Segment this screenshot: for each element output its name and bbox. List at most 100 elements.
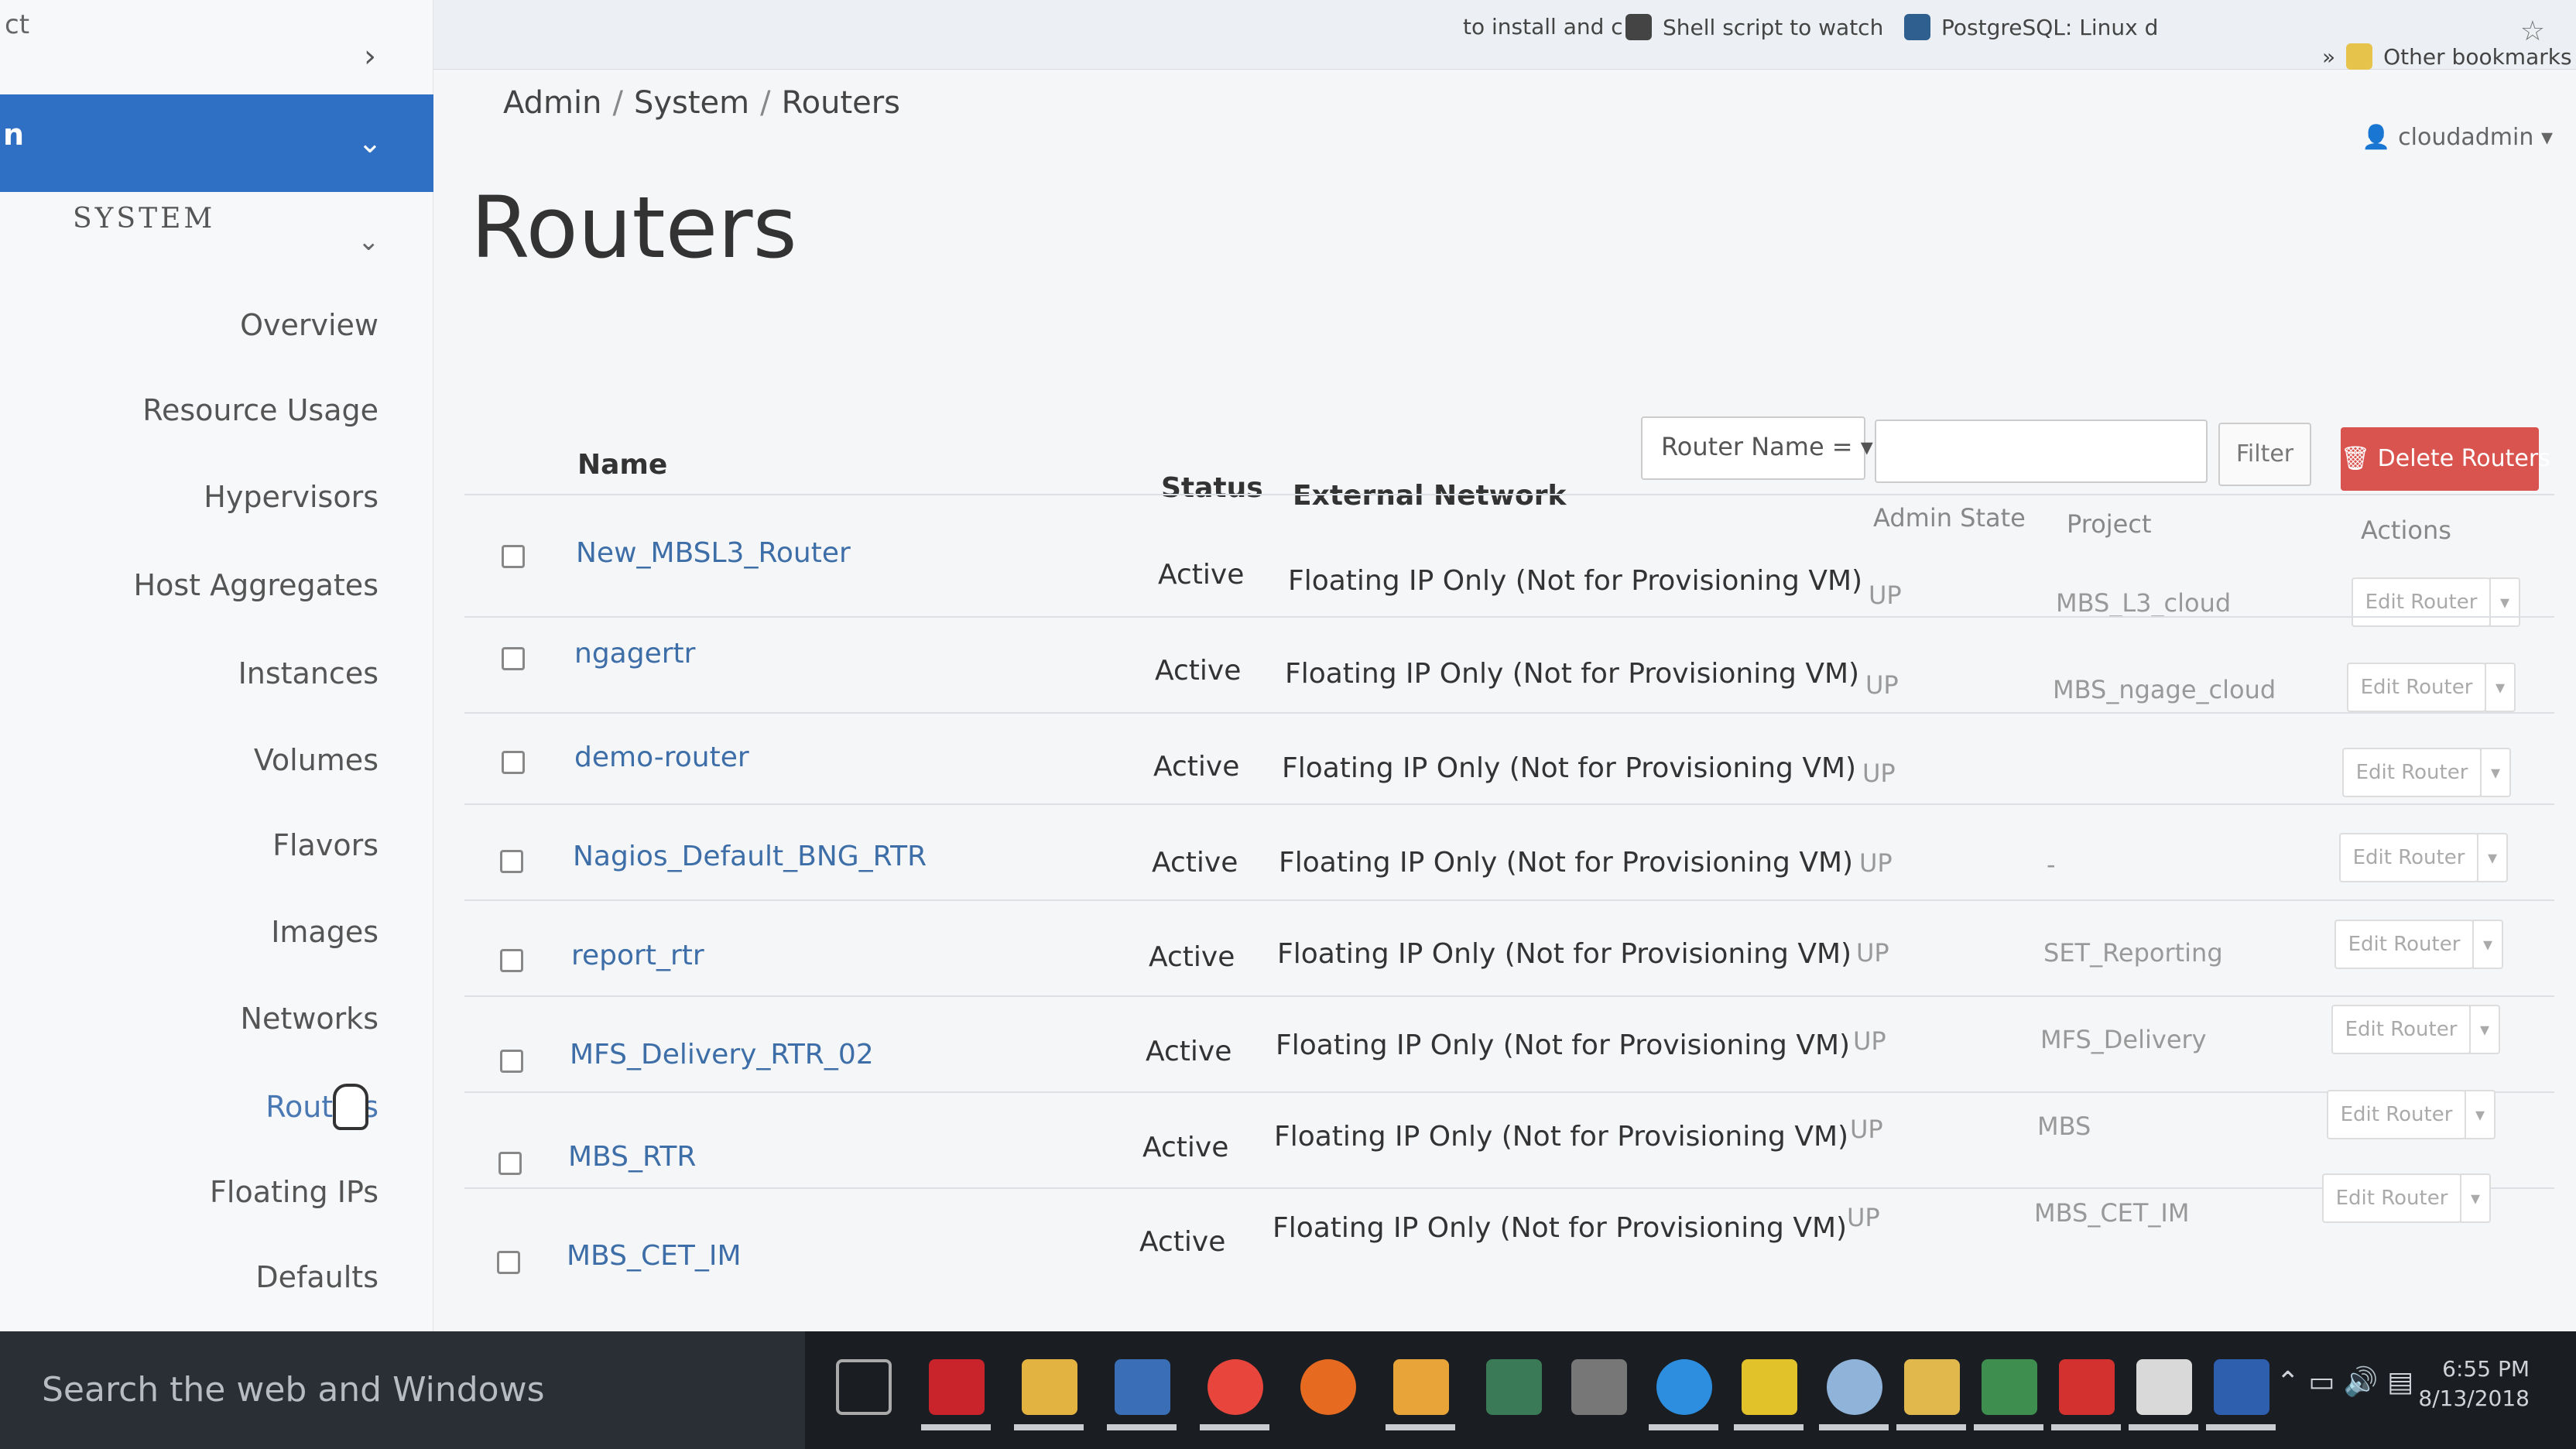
sidebar-item-defaults[interactable]: Defaults	[255, 1260, 379, 1294]
breadcrumb-system[interactable]: System	[634, 85, 749, 121]
visio-icon[interactable]	[929, 1359, 985, 1415]
caret-down-icon[interactable]: ▾	[2460, 1173, 2491, 1223]
router-admin-state: UP	[1869, 581, 1902, 610]
sidebar-item-resource-usage[interactable]: Resource Usage	[142, 393, 379, 427]
filter-field-select[interactable]: Router Name = ▾	[1641, 416, 1873, 480]
edit-router-button[interactable]: Edit Router	[2352, 577, 2491, 627]
row-checkbox[interactable]	[502, 545, 525, 568]
edit-router-button[interactable]: Edit Router	[2334, 920, 2474, 969]
column-header-external-network[interactable]: External Network	[1293, 480, 1566, 512]
sidebar-item-overview[interactable]: Overview	[240, 308, 379, 342]
folder-icon	[2346, 43, 2373, 70]
caret-down-icon[interactable]: ▾	[2480, 748, 2511, 797]
hand-cursor-icon	[333, 1084, 368, 1130]
notes-icon[interactable]	[2136, 1359, 2192, 1415]
admin-panel-header[interactable]: n ⌄	[0, 94, 433, 192]
breadcrumb-admin[interactable]: Admin	[503, 85, 601, 121]
router-name-link[interactable]: report_rtr	[571, 940, 704, 971]
acrobat-icon[interactable]	[2059, 1359, 2115, 1415]
row-checkbox[interactable]	[502, 751, 525, 774]
ie-icon[interactable]	[1656, 1359, 1712, 1415]
row-checkbox[interactable]	[500, 949, 523, 972]
caret-down-icon[interactable]: ▾	[2477, 833, 2508, 882]
edit-router-button[interactable]: Edit Router	[2327, 1090, 2466, 1139]
sidebar-item-volumes[interactable]: Volumes	[254, 743, 379, 777]
router-name-link[interactable]: demo-router	[574, 742, 749, 773]
bookmark-other[interactable]: » Other bookmarks	[2322, 43, 2572, 70]
remote-icon[interactable]	[1486, 1359, 1542, 1415]
caret-down-icon[interactable]: ▾	[2472, 920, 2503, 969]
task-view-icon[interactable]	[836, 1359, 892, 1415]
bookmark-star-icon[interactable]: ☆	[2520, 15, 2545, 47]
bookmark-shell-script[interactable]: Shell script to watch	[1625, 14, 1883, 40]
edit-router-button[interactable]: Edit Router	[2331, 1005, 2471, 1054]
bookmark-partial[interactable]: to install and c	[1463, 14, 1623, 39]
filter-input[interactable]	[1875, 420, 2208, 483]
system-tray-icons[interactable]: ⌃ ▭ 🔊 ▤	[2276, 1365, 2413, 1398]
sidebar-item-instances[interactable]: Instances	[238, 656, 379, 690]
caret-down-icon[interactable]: ▾	[2469, 1005, 2500, 1054]
router-name-link[interactable]: MBS_CET_IM	[567, 1240, 742, 1272]
edit-router-button[interactable]: Edit Router	[2347, 663, 2486, 712]
router-name-link[interactable]: Nagios_Default_BNG_RTR	[573, 841, 927, 872]
excel-icon[interactable]	[1982, 1359, 2037, 1415]
edit-router-button[interactable]: Edit Router	[2342, 748, 2482, 797]
sidebar-item-hypervisors[interactable]: Hypervisors	[204, 480, 379, 514]
row-checkbox[interactable]	[502, 647, 525, 670]
router-name-link[interactable]: ngagertr	[574, 638, 695, 670]
column-header-status[interactable]: Status	[1161, 472, 1263, 504]
column-header-admin-state[interactable]: Admin State	[1873, 503, 2026, 533]
breadcrumb-routers[interactable]: Routers	[782, 85, 900, 121]
table-divider	[464, 712, 2554, 714]
row-checkbox[interactable]	[498, 1152, 522, 1175]
row-checkbox[interactable]	[500, 1050, 523, 1073]
network-icon[interactable]	[1115, 1359, 1170, 1415]
row-checkbox[interactable]	[497, 1251, 520, 1274]
active-app-indicator	[1386, 1424, 1455, 1430]
active-app-indicator	[2051, 1424, 2121, 1430]
file-explorer-icon[interactable]	[1022, 1359, 1077, 1415]
tools-icon[interactable]	[1571, 1359, 1627, 1415]
system-clock[interactable]: 6:55 PM 8/13/2018	[2418, 1355, 2530, 1413]
table-divider	[464, 995, 2554, 997]
chevron-right-icon[interactable]: ›	[364, 39, 376, 74]
sidebar-item-images[interactable]: Images	[271, 915, 379, 949]
system-section-label[interactable]: SYSTEM	[73, 203, 215, 235]
game-icon[interactable]	[1742, 1359, 1797, 1415]
router-project: MFS_Delivery	[2040, 1025, 2207, 1054]
outlook-icon[interactable]	[1393, 1359, 1449, 1415]
app-icon[interactable]	[1827, 1359, 1882, 1415]
router-name-link[interactable]: MFS_Delivery_RTR_02	[570, 1039, 874, 1070]
router-external-network: Floating IP Only (Not for Provisioning V…	[1279, 847, 1854, 879]
firefox-icon[interactable]	[1300, 1359, 1356, 1415]
sidebar-item-floating-ips[interactable]: Floating IPs	[210, 1175, 379, 1209]
project-menu-label[interactable]: ct	[0, 0, 29, 40]
folder-icon[interactable]	[1904, 1359, 1960, 1415]
router-name-link[interactable]: MBS_RTR	[568, 1141, 696, 1173]
router-status: Active	[1152, 847, 1238, 879]
sidebar-item-flavors[interactable]: Flavors	[272, 828, 379, 862]
delete-routers-button[interactable]: 🗑 Delete Routers	[2341, 427, 2550, 491]
caret-down-icon[interactable]: ▾	[2489, 577, 2520, 627]
edit-router-button[interactable]: Edit Router	[2339, 833, 2478, 882]
column-header-project[interactable]: Project	[2067, 509, 2151, 539]
bookmark-label: Other bookmarks	[2383, 43, 2572, 70]
column-header-name[interactable]: Name	[577, 449, 667, 481]
active-app-indicator	[921, 1424, 991, 1430]
sidebar-item-host-aggregates[interactable]: Host Aggregates	[134, 568, 379, 602]
bookmark-postgresql[interactable]: PostgreSQL: Linux d	[1904, 14, 2158, 40]
edit-router-button[interactable]: Edit Router	[2322, 1173, 2461, 1223]
user-menu[interactable]: 👤 cloudadmin ▾	[2362, 124, 2553, 151]
caret-down-icon[interactable]: ▾	[2485, 663, 2516, 712]
router-name-link[interactable]: New_MBSL3_Router	[576, 537, 851, 569]
caret-down-icon[interactable]: ▾	[2465, 1090, 2496, 1139]
active-app-indicator	[1107, 1424, 1177, 1430]
taskbar-search-box[interactable]: Search the web and Windows	[0, 1331, 805, 1449]
word-icon[interactable]	[2214, 1359, 2269, 1415]
sidebar-item-networks[interactable]: Networks	[241, 1002, 379, 1036]
row-checkbox[interactable]	[500, 850, 523, 873]
filter-button[interactable]: Filter	[2218, 423, 2311, 486]
active-app-indicator	[1014, 1424, 1084, 1430]
bookmarks-more-icon[interactable]: »	[2322, 44, 2335, 70]
chrome-icon[interactable]	[1208, 1359, 1263, 1415]
